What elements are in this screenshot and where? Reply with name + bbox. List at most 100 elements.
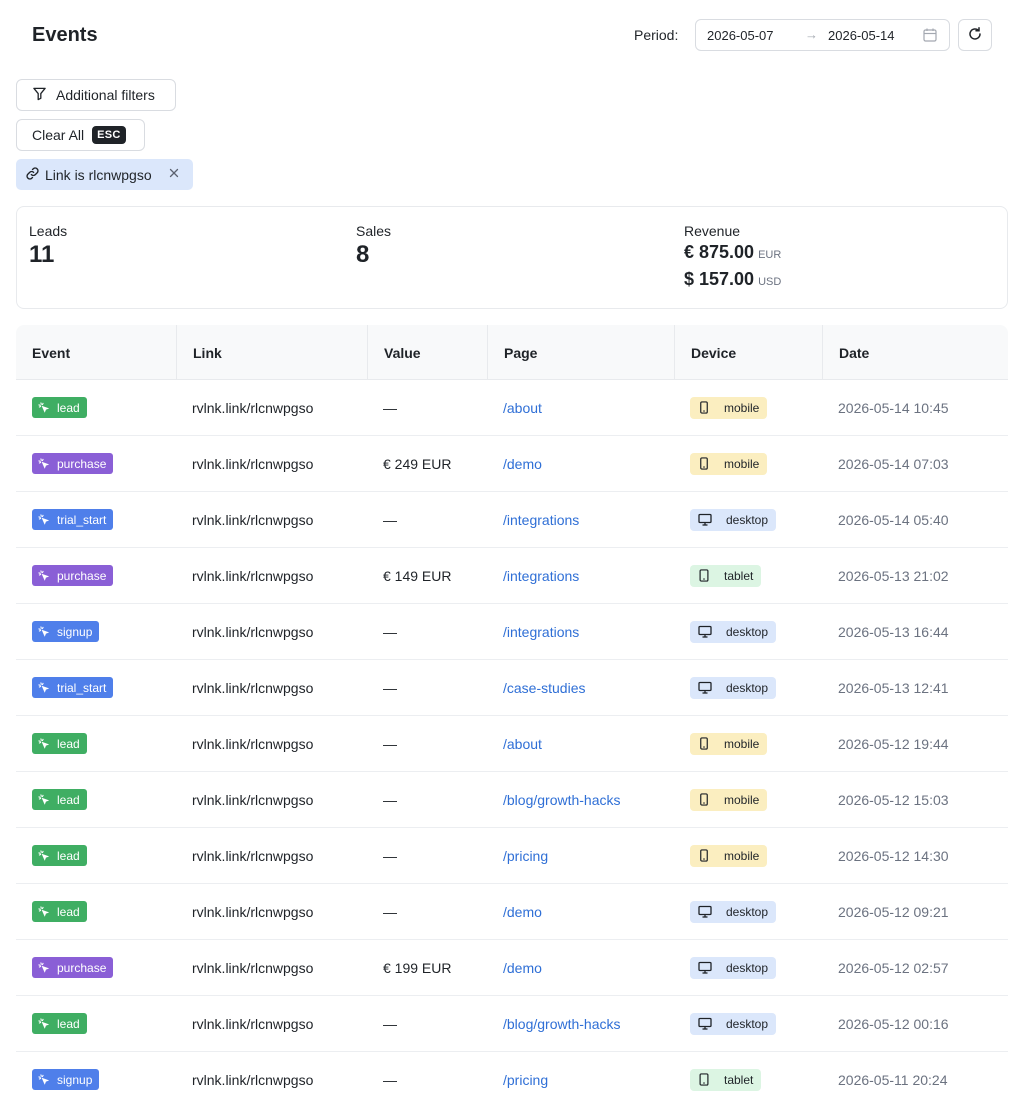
event-type: signup <box>57 1072 93 1087</box>
page-link[interactable]: /pricing <box>503 1072 548 1088</box>
event-badge[interactable]: lead <box>32 733 87 754</box>
event-badge[interactable]: lead <box>32 901 87 922</box>
device-badge: desktop <box>690 900 777 923</box>
start-date[interactable]: 2026-05-07 <box>707 28 774 43</box>
table-row[interactable]: lead rvlnk.link/rlcnwpgso — /demo desktop 202… <box>16 884 1008 940</box>
table-row[interactable]: lead rvlnk.link/rlcnwpgso — /about mobile 202… <box>16 716 1008 772</box>
event-badge[interactable]: signup <box>32 621 100 642</box>
device-cell: desktop <box>674 492 822 547</box>
event-type: lead <box>57 400 80 415</box>
table-row[interactable]: lead rvlnk.link/rlcnwpgso — /pricing mobile 2… <box>16 828 1008 884</box>
table-row[interactable]: trial_start rvlnk.link/rlcnwpgso — /integra… <box>16 492 1008 548</box>
event-badge[interactable]: purchase <box>32 453 114 474</box>
additional-filters-label: Additional filters <box>56 87 155 103</box>
event-badge[interactable]: lead <box>32 1013 87 1034</box>
event-badge[interactable]: trial_start <box>32 677 114 698</box>
table-row[interactable]: purchase rvlnk.link/rlcnwpgso € 199 EUR/de… <box>16 940 1008 996</box>
column-header-value[interactable]: Value <box>367 325 487 380</box>
table-row[interactable]: signup rvlnk.link/rlcnwpgso — /pricing table… <box>16 1052 1008 1106</box>
column-header-event[interactable]: Event <box>16 325 176 380</box>
event-badge[interactable]: signup <box>32 1069 100 1090</box>
table-row[interactable]: purchase rvlnk.link/rlcnwpgso € 249 EUR/de… <box>16 436 1008 492</box>
table-row[interactable]: lead rvlnk.link/rlcnwpgso — /blog/growth-ha… <box>16 772 1008 828</box>
active-filter-chip[interactable]: Link is rlcnwpgso <box>16 159 193 190</box>
clear-all-button[interactable]: Clear All ESC <box>16 119 145 151</box>
calendar-icon[interactable] <box>922 27 938 43</box>
event-badge[interactable]: lead <box>32 789 87 810</box>
smartphone-icon <box>698 401 717 414</box>
column-header-date[interactable]: Date <box>822 325 1008 380</box>
page-cell: /integrations <box>487 492 674 547</box>
page-link[interactable]: /about <box>503 400 542 416</box>
end-date[interactable]: 2026-05-14 <box>828 28 895 43</box>
cursor-click-icon <box>38 1074 53 1085</box>
page-link[interactable]: /integrations <box>503 568 579 584</box>
revenue-eur: € 875.00 EUR <box>684 242 781 263</box>
leads-label: Leads <box>29 223 68 239</box>
page-link[interactable]: /blog/growth-hacks <box>503 792 621 808</box>
smartphone-icon <box>698 457 717 470</box>
table-row[interactable]: lead rvlnk.link/rlcnwpgso — /blog/growth-ha… <box>16 996 1008 1052</box>
table-header: Event Link Value Page Device Date <box>16 325 1008 380</box>
page-cell: /integrations <box>487 548 674 603</box>
page-link[interactable]: /blog/growth-hacks <box>503 1016 621 1032</box>
event-type: purchase <box>57 960 107 975</box>
table-row[interactable]: trial_start rvlnk.link/rlcnwpgso — /case-st… <box>16 660 1008 716</box>
event-type: lead <box>57 848 80 863</box>
event-cell: lead <box>16 716 176 771</box>
page-link[interactable]: /integrations <box>503 624 579 640</box>
page-link[interactable]: /case-studies <box>503 680 585 696</box>
page-link[interactable]: /pricing <box>503 848 548 864</box>
device-type: desktop <box>726 512 769 527</box>
device-cell: mobile <box>674 380 822 435</box>
device-cell: mobile <box>674 828 822 883</box>
table-row[interactable]: lead rvlnk.link/rlcnwpgso — /about mobile 202… <box>16 380 1008 436</box>
column-header-page[interactable]: Page <box>487 325 674 380</box>
event-badge[interactable]: purchase <box>32 957 114 978</box>
value-cell: — <box>383 679 397 696</box>
value-cell: — <box>383 791 397 808</box>
value-cell: — <box>383 847 397 864</box>
revenue-currency: USD <box>758 276 782 288</box>
event-badge[interactable]: lead <box>32 845 87 866</box>
cursor-click-icon <box>38 738 53 749</box>
page-cell: /blog/growth-hacks <box>487 996 674 1051</box>
device-type: desktop <box>726 1016 769 1031</box>
value-cell: € 249 EUR <box>383 455 452 472</box>
date-cell: 2026-05-12 15:03 <box>838 791 949 808</box>
value-cell: — <box>383 903 397 920</box>
leads-value: 11 <box>29 241 55 268</box>
refresh-button[interactable] <box>958 19 992 51</box>
column-header-link[interactable]: Link <box>176 325 367 380</box>
page-link[interactable]: /integrations <box>503 512 579 528</box>
page-link[interactable]: /demo <box>503 960 542 976</box>
close-icon[interactable] <box>167 166 181 180</box>
page-link[interactable]: /demo <box>503 456 542 472</box>
link-cell: rvlnk.link/rlcnwpgso <box>192 567 314 584</box>
monitor-icon <box>698 1017 719 1030</box>
event-type: signup <box>57 624 93 639</box>
event-badge[interactable]: lead <box>32 397 87 418</box>
event-badge[interactable]: purchase <box>32 565 114 586</box>
sales-label: Sales <box>356 223 392 239</box>
date-cell: 2026-05-14 05:40 <box>838 511 949 528</box>
revenue-label: Revenue <box>684 223 741 239</box>
device-badge: desktop <box>690 508 777 531</box>
value-cell: — <box>383 511 397 528</box>
device-cell: mobile <box>674 716 822 771</box>
table-row[interactable]: purchase rvlnk.link/rlcnwpgso € 149 EUR/in… <box>16 548 1008 604</box>
column-header-device[interactable]: Device <box>674 325 822 380</box>
smartphone-icon <box>698 737 717 750</box>
date-cell: 2026-05-14 10:45 <box>838 399 949 416</box>
link-cell: rvlnk.link/rlcnwpgso <box>192 1015 314 1032</box>
event-cell: lead <box>16 884 176 939</box>
page-link[interactable]: /about <box>503 736 542 752</box>
page-cell: /about <box>487 716 674 771</box>
page-cell: /demo <box>487 940 674 995</box>
page-link[interactable]: /demo <box>503 904 542 920</box>
table-row[interactable]: signup rvlnk.link/rlcnwpgso — /integrations… <box>16 604 1008 660</box>
additional-filters-button[interactable]: Additional filters <box>16 79 176 111</box>
event-type: purchase <box>57 456 107 471</box>
event-badge[interactable]: trial_start <box>32 509 114 530</box>
date-range-picker[interactable]: 2026-05-07 → 2026-05-14 <box>695 19 950 51</box>
